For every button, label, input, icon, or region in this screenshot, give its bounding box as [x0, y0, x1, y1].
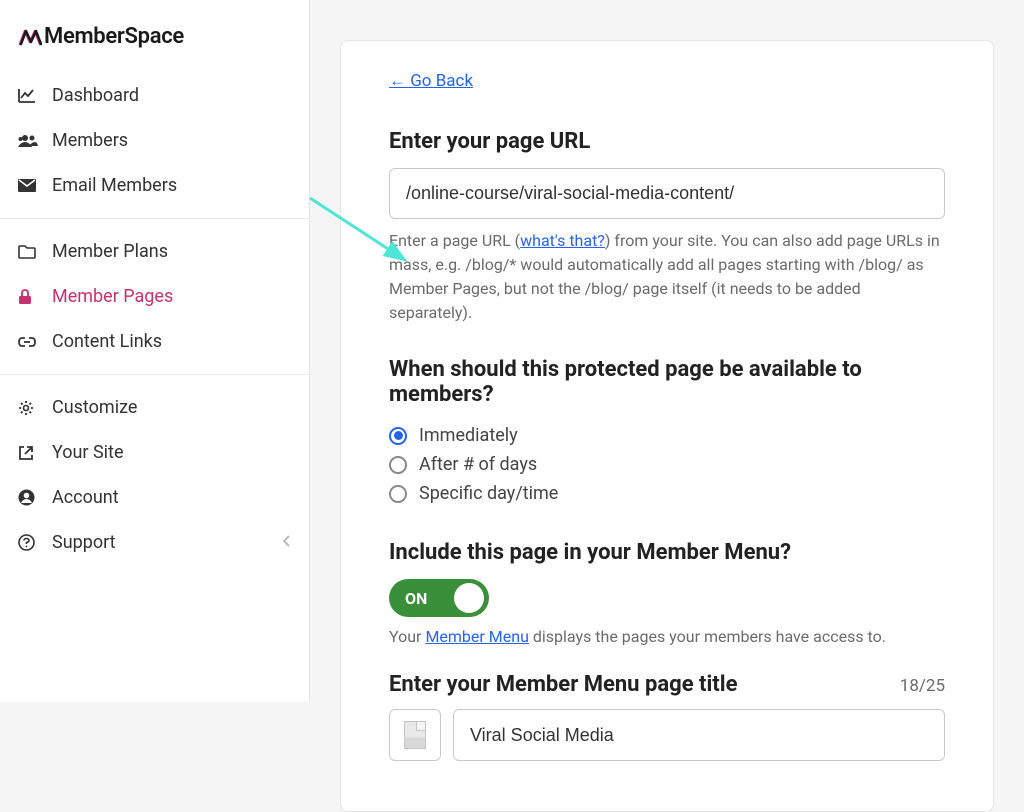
menu-title-input[interactable]	[453, 709, 945, 761]
menu-include-label: Include this page in your Member Menu?	[389, 540, 945, 565]
sidebar-item-label: Support	[52, 532, 116, 553]
sidebar-item-label: Content Links	[52, 331, 162, 352]
nav-divider	[0, 374, 309, 375]
users-icon	[18, 131, 42, 151]
go-back-link[interactable]: ← Go Back	[389, 71, 473, 91]
page-url-input[interactable]	[389, 168, 945, 219]
radio-icon	[389, 427, 407, 445]
page-url-help: Enter a page URL (what's that?) from you…	[389, 229, 945, 325]
chevron-left-icon[interactable]	[282, 532, 291, 553]
sidebar-item-label: Dashboard	[52, 85, 139, 106]
logo-mark-icon	[18, 28, 42, 46]
sidebar-item-members[interactable]: Members	[0, 118, 309, 163]
radio-after-days[interactable]: After # of days	[389, 450, 945, 479]
nav-divider	[0, 218, 309, 219]
help-post: displays the pages your members have acc…	[529, 627, 886, 646]
sidebar: MemberSpace Dashboard Members Email Memb…	[0, 0, 310, 702]
gear-icon	[18, 398, 42, 418]
member-menu-link[interactable]: Member Menu	[425, 627, 528, 646]
help-circle-icon	[18, 533, 42, 553]
radio-label: Immediately	[419, 425, 518, 446]
lock-icon	[18, 287, 42, 307]
external-link-icon	[18, 443, 42, 463]
form-panel: ← Go Back Enter your page URL Enter a pa…	[340, 40, 994, 812]
sidebar-item-support[interactable]: Support	[0, 520, 309, 565]
radio-icon	[389, 485, 407, 503]
page-icon-picker[interactable]	[389, 709, 441, 761]
availability-radio-group: Immediately After # of days Specific day…	[389, 421, 945, 508]
help-text-pre: Enter a page URL (	[389, 231, 520, 250]
sidebar-item-member-plans[interactable]: Member Plans	[0, 229, 309, 274]
nav-group-3: Customize Your Site Account Support	[0, 379, 309, 571]
document-icon	[404, 721, 426, 749]
sidebar-item-label: Member Pages	[52, 286, 173, 307]
radio-immediately[interactable]: Immediately	[389, 421, 945, 450]
menu-include-toggle[interactable]: ON	[389, 579, 489, 617]
folder-icon	[18, 242, 42, 262]
sidebar-item-content-links[interactable]: Content Links	[0, 319, 309, 364]
page-url-label: Enter your page URL	[389, 129, 945, 154]
radio-icon	[389, 456, 407, 474]
sidebar-item-your-site[interactable]: Your Site	[0, 430, 309, 475]
sidebar-item-account[interactable]: Account	[0, 475, 309, 520]
envelope-icon	[18, 176, 42, 196]
link-icon	[18, 332, 42, 352]
nav-group-2: Member Plans Member Pages Content Links	[0, 223, 309, 370]
sidebar-item-customize[interactable]: Customize	[0, 385, 309, 430]
logo-text: MemberSpace	[44, 24, 184, 49]
sidebar-item-dashboard[interactable]: Dashboard	[0, 73, 309, 118]
sidebar-item-email-members[interactable]: Email Members	[0, 163, 309, 208]
chart-line-icon	[18, 86, 42, 106]
sidebar-item-label: Your Site	[52, 442, 124, 463]
whats-that-link[interactable]: what's that?	[520, 231, 605, 250]
radio-label: Specific day/time	[419, 483, 558, 504]
char-counter: 18/25	[900, 676, 945, 696]
main-content: ← Go Back Enter your page URL Enter a pa…	[310, 40, 1024, 742]
sidebar-item-label: Account	[52, 487, 119, 508]
logo: MemberSpace	[0, 0, 309, 67]
sidebar-item-label: Customize	[52, 397, 137, 418]
availability-label: When should this protected page be avail…	[389, 357, 945, 407]
sidebar-item-label: Member Plans	[52, 241, 168, 262]
menu-title-label: Enter your Member Menu page title	[389, 672, 737, 697]
sidebar-item-label: Members	[52, 130, 128, 151]
toggle-knob	[454, 583, 484, 613]
help-pre: Your	[389, 627, 425, 646]
sidebar-item-label: Email Members	[52, 175, 177, 196]
menu-include-help: Your Member Menu displays the pages your…	[389, 627, 945, 646]
sidebar-item-member-pages[interactable]: Member Pages	[0, 274, 309, 319]
radio-label: After # of days	[419, 454, 537, 475]
toggle-on-label: ON	[405, 589, 427, 608]
nav-group-1: Dashboard Members Email Members	[0, 67, 309, 214]
user-circle-icon	[18, 488, 42, 508]
radio-specific-time[interactable]: Specific day/time	[389, 479, 945, 508]
